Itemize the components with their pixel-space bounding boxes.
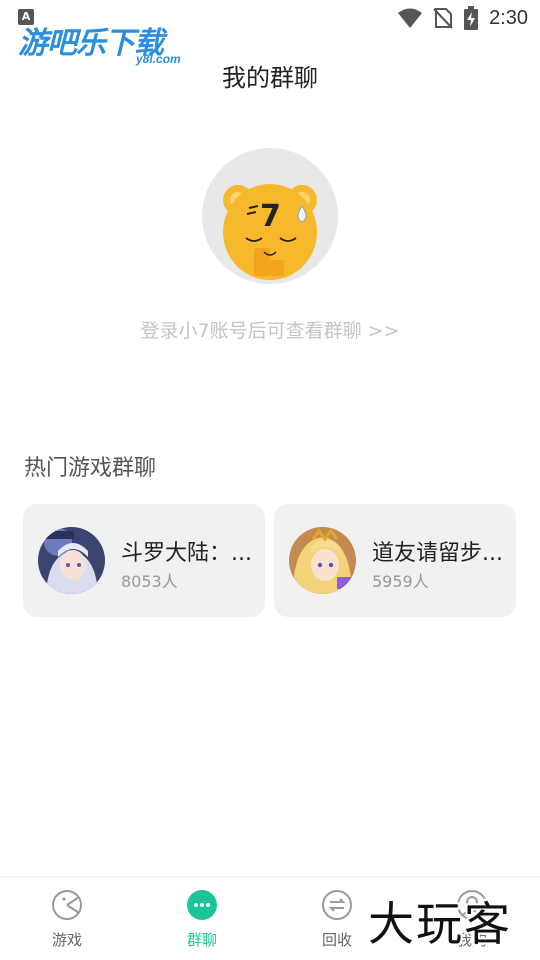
group-card[interactable]: 道友请留步... 5959人 bbox=[274, 504, 516, 617]
group-member-count: 5959人 bbox=[372, 572, 429, 591]
recycle-icon bbox=[322, 890, 352, 920]
game-icon bbox=[52, 890, 82, 920]
status-icons: 2:30 bbox=[397, 6, 528, 30]
clock: 2:30 bbox=[489, 6, 528, 29]
group-name: 斗罗大陆：... bbox=[121, 541, 252, 566]
nav-label: 回收 bbox=[321, 931, 352, 949]
group-avatar bbox=[289, 527, 356, 594]
svg-text:7: 7 bbox=[260, 199, 281, 234]
blonde-heroine-avatar bbox=[289, 527, 356, 594]
login-prompt-link[interactable]: 登录小7账号后可查看群聊 >> bbox=[0, 316, 540, 343]
no-sim-icon bbox=[433, 8, 453, 29]
group-name: 道友请留步... bbox=[372, 541, 503, 566]
nav-item-group-chat[interactable]: 群聊 bbox=[162, 887, 242, 953]
nav-item-games[interactable]: 游戏 bbox=[27, 887, 107, 953]
group-card[interactable]: 斗罗大陆：... 8053人 bbox=[23, 504, 265, 617]
wifi-icon bbox=[398, 8, 423, 28]
battery-charging-icon bbox=[464, 6, 479, 30]
nav-label: 群聊 bbox=[186, 931, 217, 949]
chat-icon bbox=[187, 890, 217, 920]
mascot-avatar[interactable]: 7 bbox=[202, 148, 338, 284]
mascot-7-icon: 7 bbox=[223, 184, 317, 280]
group-avatar bbox=[38, 527, 105, 594]
nav-label: 游戏 bbox=[51, 931, 82, 949]
hot-groups-title: 热门游戏群聊 bbox=[24, 456, 157, 481]
anime-girl-avatar bbox=[38, 527, 105, 594]
nav-item-recycle[interactable]: 回收 bbox=[297, 887, 377, 953]
group-member-count: 8053人 bbox=[121, 572, 178, 591]
watermark-text: 大玩客 bbox=[368, 897, 512, 951]
page-title: 我的群聊 bbox=[222, 64, 318, 92]
